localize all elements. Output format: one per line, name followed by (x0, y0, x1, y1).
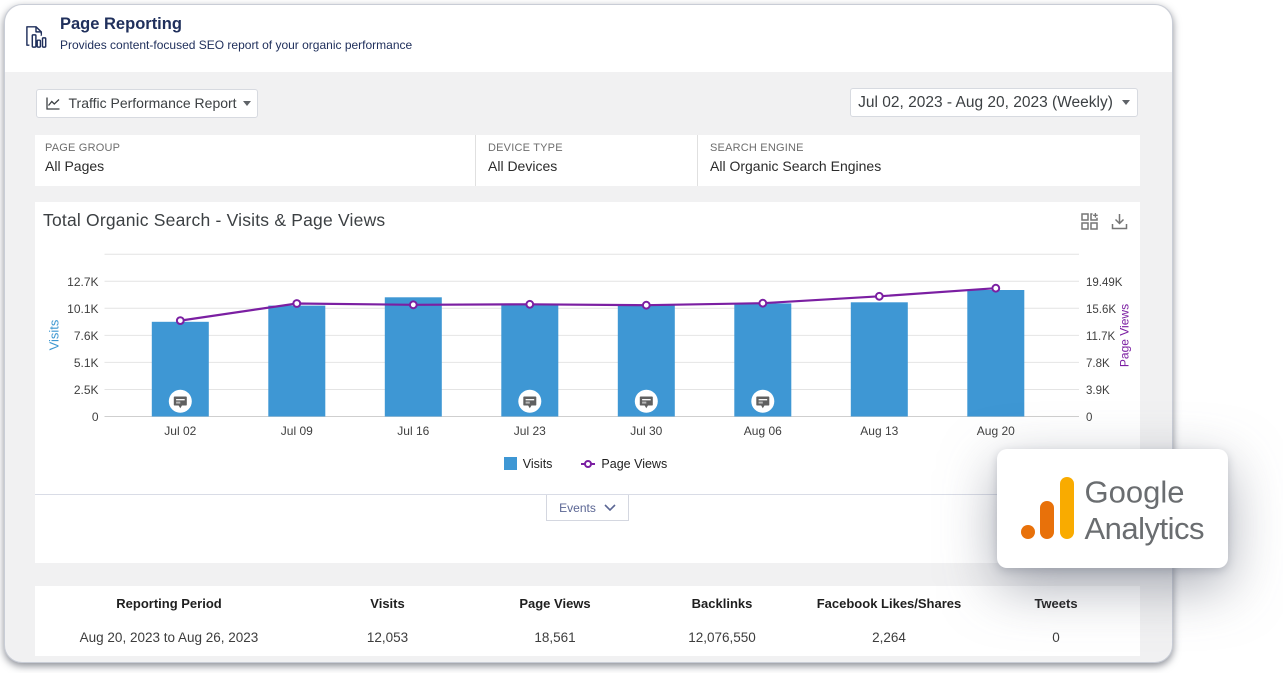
svg-text:Visits: Visits (47, 319, 62, 350)
svg-text:3.9K: 3.9K (1086, 385, 1110, 397)
svg-text:5.1K: 5.1K (74, 356, 99, 370)
svg-text:Aug 13: Aug 13 (860, 424, 898, 438)
svg-text:Aug 20: Aug 20 (977, 424, 1015, 438)
svg-text:Jul 23: Jul 23 (514, 424, 546, 438)
svg-text:Page Views: Page Views (1117, 304, 1131, 367)
svg-text:Jul 16: Jul 16 (397, 424, 429, 438)
svg-text:19.49K: 19.49K (1086, 277, 1123, 289)
svg-text:15.6K: 15.6K (1086, 304, 1116, 316)
svg-text:Jul 02: Jul 02 (164, 424, 196, 438)
svg-text:7.8K: 7.8K (1086, 358, 1110, 370)
svg-text:7.6K: 7.6K (74, 329, 99, 343)
svg-text:0: 0 (1086, 412, 1092, 424)
svg-text:12.7K: 12.7K (67, 275, 98, 289)
svg-text:Jul 09: Jul 09 (281, 424, 313, 438)
svg-text:10.1K: 10.1K (67, 302, 98, 316)
svg-text:11.7K: 11.7K (1086, 331, 1116, 343)
svg-text:Aug 06: Aug 06 (744, 424, 782, 438)
svg-text:Google: Google (1085, 475, 1185, 510)
svg-text:0: 0 (92, 410, 99, 424)
svg-text:2.5K: 2.5K (74, 383, 99, 397)
svg-text:Jul 30: Jul 30 (630, 424, 662, 438)
svg-text:Analytics: Analytics (1085, 511, 1205, 546)
